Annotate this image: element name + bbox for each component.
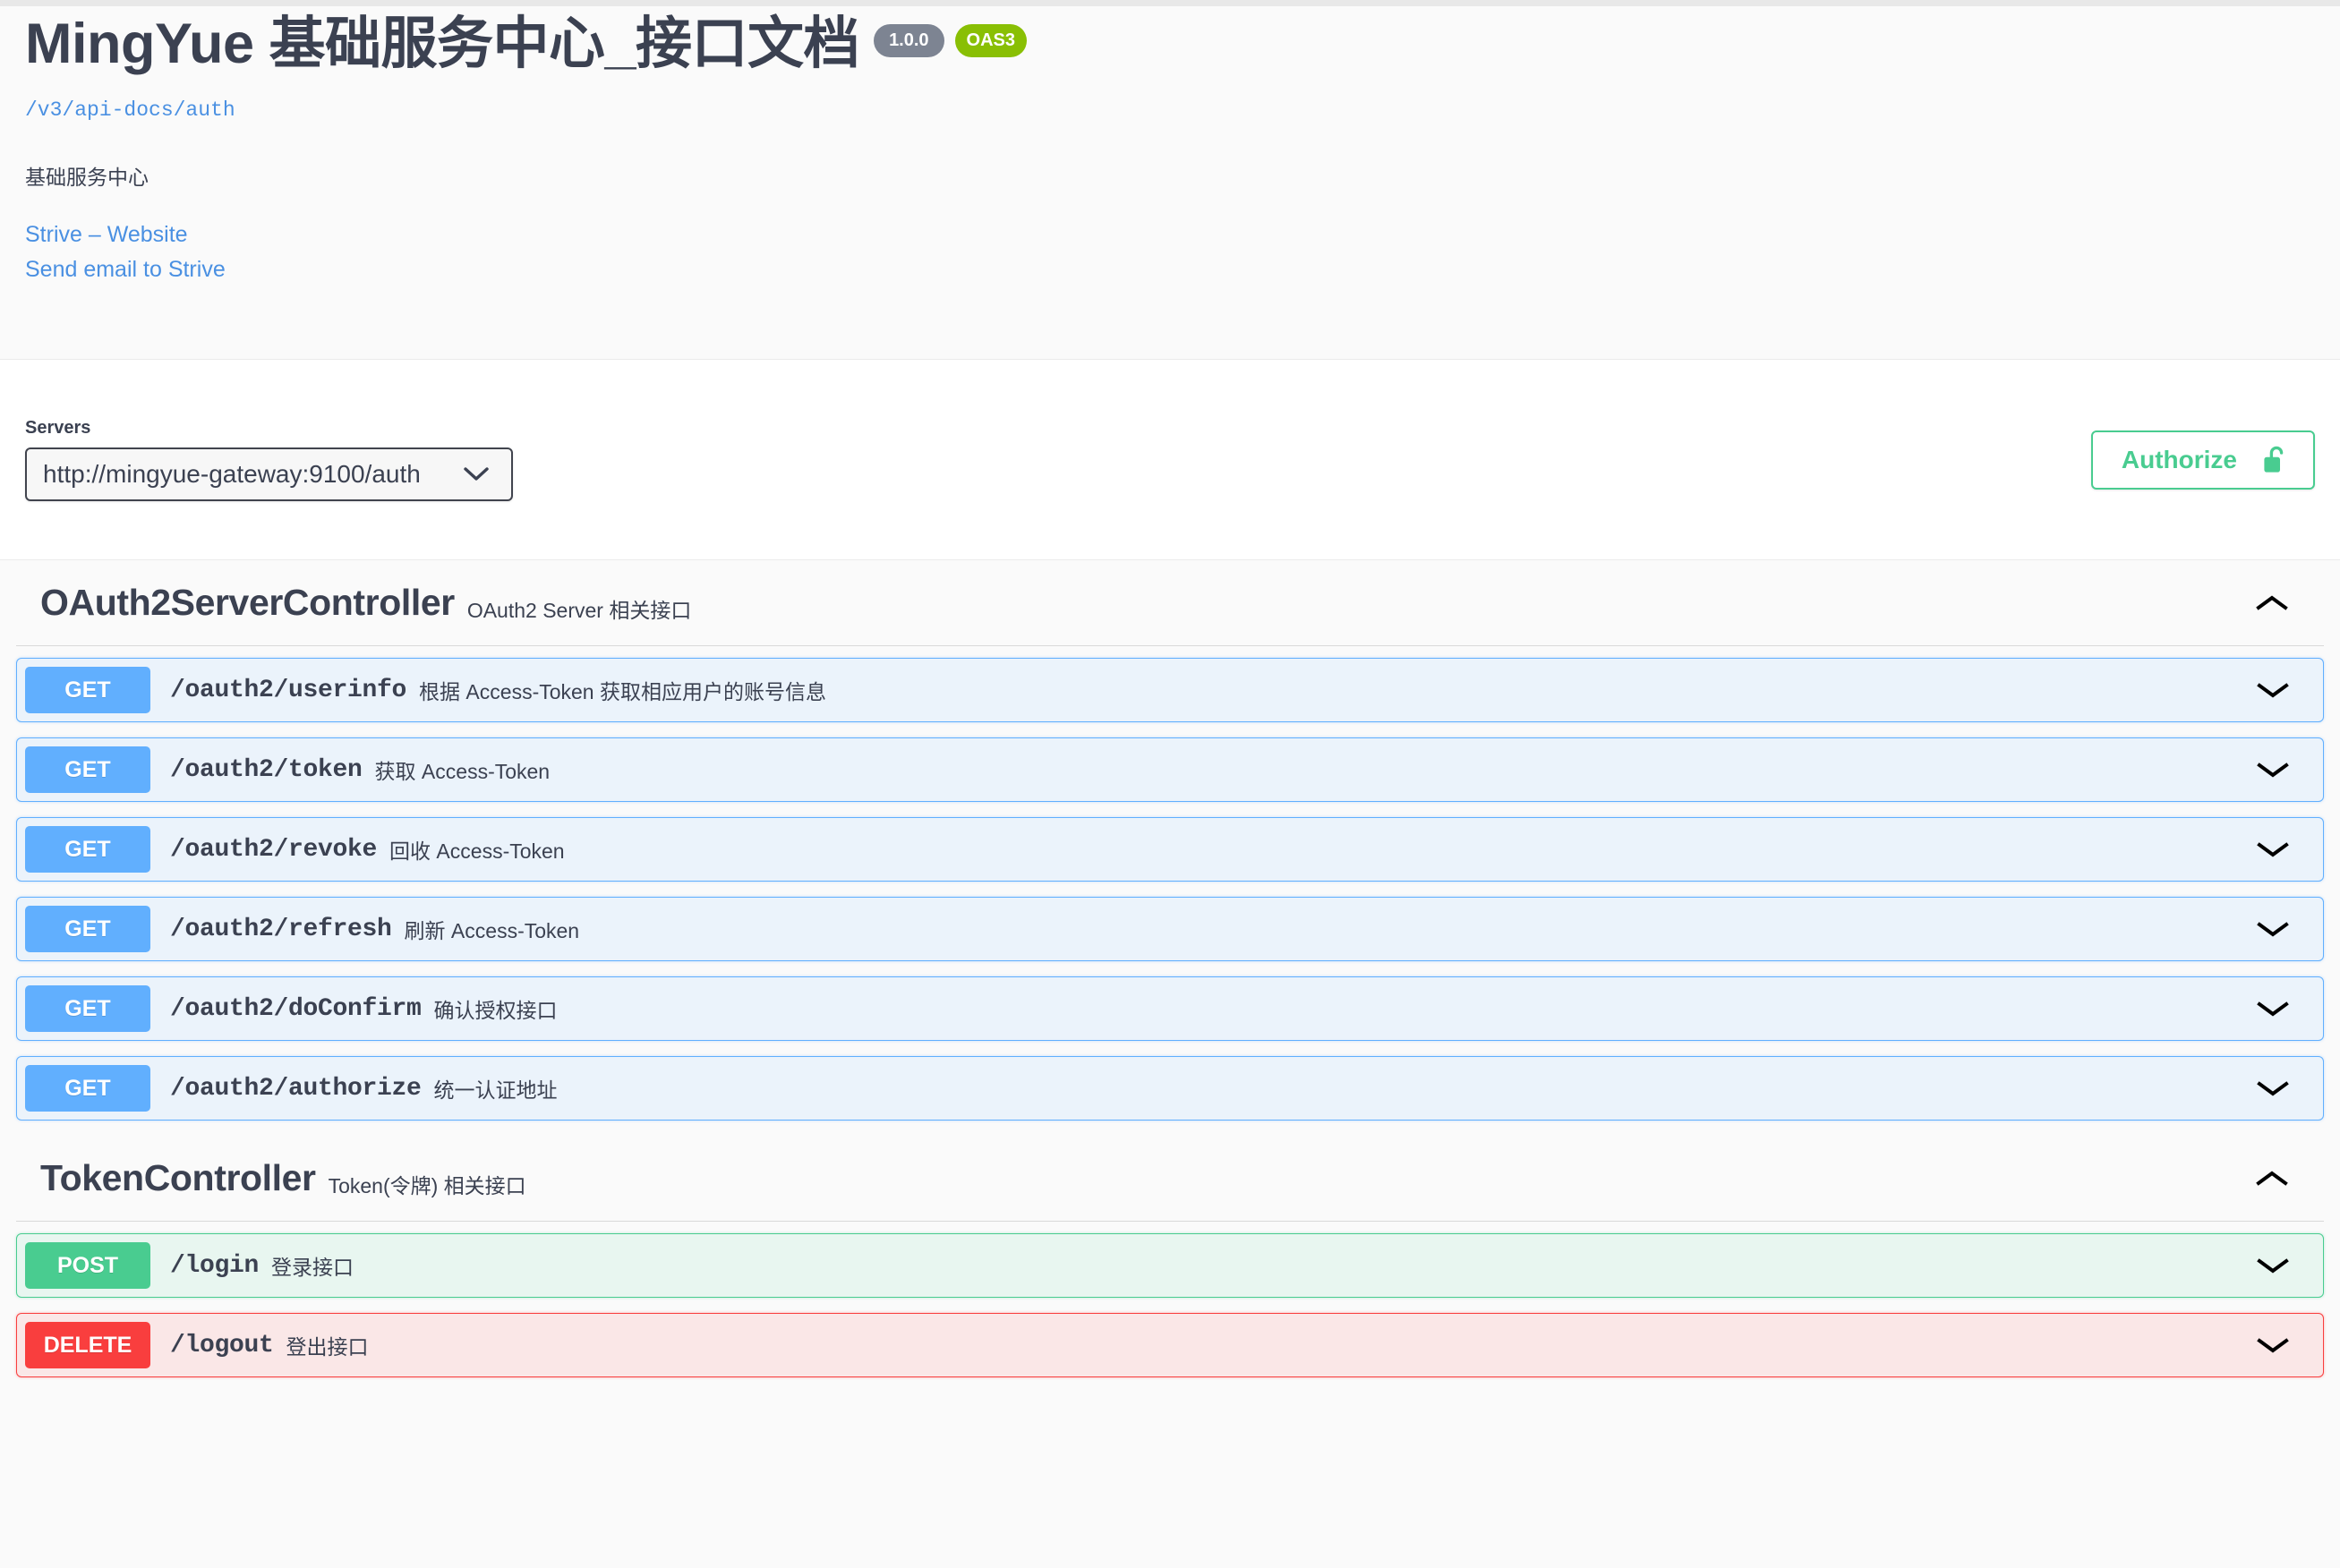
method-badge: GET <box>25 667 150 713</box>
operations-list-tokencontroller: POST /login 登录接口 DELETE /logout 登出接口 <box>16 1222 2324 1377</box>
servers-group: Servers http://mingyue-gateway:9100/auth <box>25 418 513 501</box>
tag-header-oauth2servercontroller[interactable]: OAuth2ServerController OAuth2 Server 相关接… <box>16 560 2324 646</box>
chevron-down-icon <box>463 466 490 482</box>
api-docs-url-link[interactable]: /v3/api-docs/auth <box>25 98 2340 122</box>
operation-row[interactable]: GET /oauth2/revoke 回收 Access-Token <box>16 817 2324 882</box>
servers-label: Servers <box>25 418 91 438</box>
operation-summary: 统一认证地址 <box>433 1078 558 1102</box>
email-link[interactable]: Send email to Strive <box>25 252 2340 287</box>
operation-summary: 根据 Access-Token 获取相应用户的账号信息 <box>419 680 826 703</box>
chevron-down-icon[interactable] <box>2255 998 2291 1019</box>
operation-path: /oauth2/userinfo <box>170 676 407 704</box>
tag-header-tokencontroller[interactable]: TokenController Token(令牌) 相关接口 <box>16 1136 2324 1222</box>
tag-description: OAuth2 Server 相关接口 <box>466 598 692 622</box>
operation-path: /oauth2/refresh <box>170 915 392 943</box>
operation-row[interactable]: POST /login 登录接口 <box>16 1233 2324 1298</box>
chevron-down-icon[interactable] <box>2255 679 2291 701</box>
operation-summary: 回收 Access-Token <box>389 839 565 863</box>
oas-spec-badge: OAS3 <box>954 24 1028 57</box>
server-select[interactable]: http://mingyue-gateway:9100/auth <box>25 447 513 501</box>
method-badge: GET <box>25 826 150 873</box>
operation-path: /oauth2/token <box>170 755 363 784</box>
chevron-down-icon[interactable] <box>2255 839 2291 860</box>
website-link[interactable]: Strive – Website <box>25 217 2340 252</box>
chevron-down-icon[interactable] <box>2255 759 2291 780</box>
operations-list-oauth2servercontroller: GET /oauth2/userinfo 根据 Access-Token 获取相… <box>16 646 2324 1121</box>
chevron-down-icon[interactable] <box>2255 1255 2291 1276</box>
chevron-up-icon[interactable] <box>2254 1168 2290 1189</box>
api-info-block: MingYue 基础服务中心_接口文档 1.0.0 OAS3 /v3/api-d… <box>0 6 2340 359</box>
chevron-down-icon[interactable] <box>2255 1334 2291 1356</box>
operation-path: /oauth2/doConfirm <box>170 994 422 1023</box>
tag-name: TokenController <box>40 1157 316 1198</box>
version-badge: 1.0.0 <box>874 24 944 57</box>
operation-path: /oauth2/revoke <box>170 835 378 864</box>
operation-row[interactable]: GET /oauth2/token 获取 Access-Token <box>16 737 2324 802</box>
tag-description: Token(令牌) 相关接口 <box>328 1173 526 1197</box>
chevron-up-icon[interactable] <box>2254 592 2290 614</box>
authorize-button[interactable]: Authorize <box>2090 430 2315 490</box>
operation-summary: 登出接口 <box>286 1335 369 1359</box>
operation-row[interactable]: GET /oauth2/doConfirm 确认授权接口 <box>16 976 2324 1041</box>
tag-block-tokencontroller: TokenController Token(令牌) 相关接口 POST /log… <box>16 1136 2324 1377</box>
operation-summary: 获取 Access-Token <box>374 760 551 783</box>
method-badge: GET <box>25 985 150 1032</box>
operation-row[interactable]: DELETE /logout 登出接口 <box>16 1313 2324 1377</box>
authorize-label: Authorize <box>2121 445 2237 473</box>
method-badge: POST <box>25 1242 150 1289</box>
scheme-container: Servers http://mingyue-gateway:9100/auth… <box>0 359 2340 560</box>
chevron-down-icon[interactable] <box>2255 918 2291 940</box>
operation-path: /logout <box>170 1331 274 1359</box>
tag-name: OAuth2ServerController <box>40 582 455 623</box>
operation-row[interactable]: GET /oauth2/authorize 统一认证地址 <box>16 1056 2324 1121</box>
operation-row[interactable]: GET /oauth2/userinfo 根据 Access-Token 获取相… <box>16 658 2324 722</box>
operation-summary: 刷新 Access-Token <box>404 919 580 942</box>
method-badge: GET <box>25 906 150 952</box>
server-select-value: http://mingyue-gateway:9100/auth <box>43 460 421 488</box>
operation-row[interactable]: GET /oauth2/refresh 刷新 Access-Token <box>16 897 2324 961</box>
page-title: MingYue 基础服务中心_接口文档 <box>25 13 860 75</box>
title-row: MingYue 基础服务中心_接口文档 1.0.0 OAS3 <box>25 6 2340 76</box>
method-badge: GET <box>25 746 150 793</box>
unlocked-padlock-icon <box>2262 444 2291 476</box>
operation-summary: 确认授权接口 <box>433 999 558 1022</box>
top-browser-strip <box>0 0 2340 6</box>
operation-summary: 登录接口 <box>271 1256 354 1279</box>
chevron-down-icon[interactable] <box>2255 1078 2291 1099</box>
operations-container: OAuth2ServerController OAuth2 Server 相关接… <box>0 560 2340 1377</box>
method-badge: DELETE <box>25 1322 150 1368</box>
method-badge: GET <box>25 1065 150 1112</box>
tag-block-oauth2servercontroller: OAuth2ServerController OAuth2 Server 相关接… <box>16 560 2324 1121</box>
operation-path: /oauth2/authorize <box>170 1074 422 1103</box>
operation-path: /login <box>170 1251 260 1280</box>
api-description: 基础服务中心 <box>25 166 149 190</box>
info-links: Strive – Website Send email to Strive <box>25 217 2340 287</box>
